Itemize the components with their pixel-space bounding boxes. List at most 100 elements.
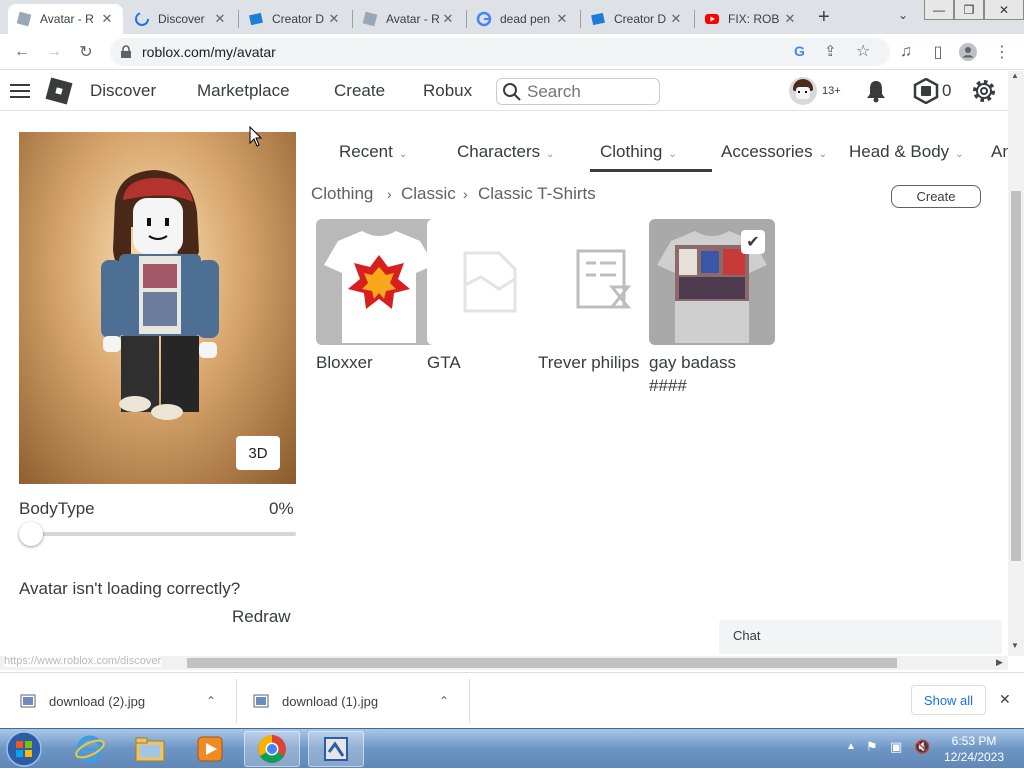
robux-count[interactable]: 0	[942, 81, 951, 101]
item-name[interactable]: GTA	[427, 351, 461, 374]
close-icon[interactable]: ✕	[782, 11, 798, 27]
robux-icon[interactable]	[913, 78, 939, 104]
forward-icon[interactable]: →	[44, 42, 64, 62]
window-close-icon[interactable]: ✕	[984, 0, 1024, 20]
tshirt-thumbnail	[324, 231, 434, 343]
scrollbar-thumb[interactable]	[1011, 191, 1021, 561]
close-icon[interactable]: ✕	[99, 11, 115, 27]
close-icon[interactable]: ✕	[212, 11, 228, 27]
avatar-preview[interactable]: 3D	[19, 132, 296, 484]
item-name[interactable]: gay badass ####	[649, 351, 769, 397]
lock-icon[interactable]	[120, 45, 132, 59]
scroll-up-icon[interactable]: ▲	[1011, 71, 1019, 80]
item-card-bloxxer[interactable]	[316, 219, 442, 345]
loading-tab-icon	[135, 12, 149, 26]
minimize-icon[interactable]: —	[924, 0, 954, 20]
windows-start-icon[interactable]	[4, 729, 44, 769]
tab-clothing[interactable]: Clothing ⌄	[600, 142, 677, 162]
nav-discover[interactable]: Discover	[90, 81, 156, 101]
item-card-trever-philips[interactable]	[538, 219, 664, 345]
network-icon[interactable]: ▣	[890, 739, 902, 755]
close-icon[interactable]: ✕	[668, 11, 684, 27]
item-card-selected[interactable]: ✔	[649, 219, 775, 345]
body-type-slider-thumb[interactable]	[19, 522, 43, 546]
download-item[interactable]: download (2).jpg ⌃	[20, 673, 234, 729]
restore-icon[interactable]: ❐	[954, 0, 984, 20]
reload-icon[interactable]: ↻	[76, 42, 96, 62]
chat-bar[interactable]: Chat	[719, 620, 1002, 654]
browser-tab-youtube[interactable]: FIX: ROB ✕	[696, 4, 806, 34]
tab-search-icon[interactable]: ⌄	[898, 8, 908, 22]
youtube-tab-icon	[705, 14, 719, 24]
browser-tab-avatar-2[interactable]: Avatar - R ✕	[354, 4, 464, 34]
system-clock[interactable]: 6:53 PM 12/24/2023	[934, 733, 1014, 765]
side-panel-icon[interactable]: ▯	[928, 42, 948, 62]
tab-recent[interactable]: Recent ⌄	[339, 142, 407, 162]
avatar[interactable]	[789, 77, 817, 105]
tab-animations[interactable]: An	[991, 142, 1008, 162]
address-bar[interactable]: roblox.com/my/avatar G ⇪ ☆	[110, 38, 890, 66]
internet-explorer-icon[interactable]	[62, 731, 118, 767]
status-bar-url: https://www.roblox.com/discover	[4, 655, 162, 667]
chrome-menu-icon[interactable]: ⋮	[992, 42, 1012, 62]
chevron-down-icon: ⌄	[398, 149, 408, 160]
bookmark-star-icon[interactable]: ☆	[856, 41, 870, 61]
roblox-logo-icon[interactable]	[44, 76, 74, 106]
browser-tab-creator[interactable]: Creator D ✕	[240, 4, 350, 34]
breadcrumb-clothing[interactable]: Clothing	[311, 184, 373, 204]
item-name[interactable]: Bloxxer	[316, 351, 373, 374]
share-icon[interactable]: ⇪	[824, 42, 837, 60]
search-icon[interactable]	[502, 82, 522, 102]
create-button[interactable]: Create	[891, 185, 981, 208]
settings-gear-icon[interactable]	[971, 78, 997, 104]
chevron-up-icon[interactable]: ⌃	[439, 694, 449, 708]
search-input[interactable]	[527, 82, 652, 102]
close-downloads-icon[interactable]: ✕	[999, 691, 1011, 708]
age-badge: 13+	[822, 85, 841, 97]
close-icon[interactable]: ✕	[440, 11, 456, 27]
item-name[interactable]: Trever philips	[538, 351, 639, 374]
browser-tab-google[interactable]: dead pen ✕	[468, 4, 578, 34]
vertical-scrollbar[interactable]: ▲ ▼	[1008, 71, 1024, 656]
tab-characters[interactable]: Characters ⌄	[457, 142, 555, 162]
close-icon[interactable]: ✕	[326, 11, 342, 27]
browser-tab-avatar[interactable]: Avatar - R ✕	[8, 4, 123, 34]
notifications-bell-icon[interactable]	[865, 79, 887, 103]
image-file-icon	[253, 694, 269, 708]
tab-head-body[interactable]: Head & Body ⌄	[849, 142, 964, 162]
hamburger-menu-icon[interactable]	[10, 83, 30, 99]
tab-title: Avatar - R	[386, 12, 440, 26]
nav-create[interactable]: Create	[334, 81, 385, 101]
show-all-downloads-button[interactable]: Show all	[911, 685, 986, 715]
nav-robux[interactable]: Robux	[423, 81, 472, 101]
scroll-down-icon[interactable]: ▼	[1011, 641, 1019, 650]
close-icon[interactable]: ✕	[554, 11, 570, 27]
back-icon[interactable]: ←	[12, 42, 32, 62]
media-player-icon[interactable]	[182, 731, 238, 767]
file-explorer-icon[interactable]	[122, 731, 178, 767]
clock-time: 6:53 PM	[951, 734, 997, 748]
action-center-icon[interactable]: ⚑	[866, 739, 878, 755]
redraw-button[interactable]: Redraw	[232, 607, 291, 627]
scrollbar-thumb[interactable]	[187, 658, 897, 668]
show-hidden-icons[interactable]: ▲	[846, 741, 856, 752]
download-item[interactable]: download (1).jpg ⌃	[253, 673, 467, 729]
media-icon[interactable]: ♫	[896, 42, 916, 62]
toggle-3d-button[interactable]: 3D	[236, 436, 280, 470]
volume-muted-icon[interactable]: 🔇	[914, 739, 930, 755]
chrome-taskbar-icon[interactable]	[244, 731, 300, 767]
new-tab-button[interactable]: +	[818, 6, 830, 29]
chevron-up-icon[interactable]: ⌃	[206, 694, 216, 708]
scroll-right-icon[interactable]: ▶	[996, 657, 1003, 668]
roblox-studio-taskbar-icon[interactable]	[308, 731, 364, 767]
google-lens-icon[interactable]: G	[794, 43, 805, 59]
tab-accessories[interactable]: Accessories ⌄	[721, 142, 827, 162]
body-type-slider-track[interactable]	[19, 532, 296, 536]
browser-tab-creator-2[interactable]: Creator D ✕	[582, 4, 692, 34]
image-file-icon	[20, 694, 36, 708]
item-card-gta[interactable]	[427, 219, 553, 345]
nav-marketplace[interactable]: Marketplace	[197, 81, 290, 101]
profile-icon[interactable]	[958, 42, 978, 62]
breadcrumb-classic[interactable]: Classic	[401, 184, 456, 204]
browser-tab-discover[interactable]: Discover ✕	[126, 4, 236, 34]
